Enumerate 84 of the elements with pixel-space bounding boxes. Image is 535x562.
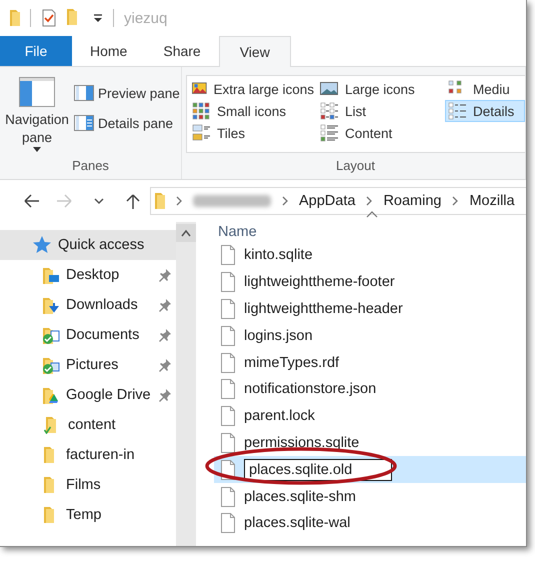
landscape-icon <box>320 80 339 98</box>
sidebar-item[interactable]: Desktop <box>0 260 176 290</box>
caret-icon <box>33 147 41 152</box>
file-name[interactable]: places.sqlite-wal <box>244 515 350 532</box>
back-arrow-icon[interactable] <box>22 192 40 210</box>
content-view-icon <box>320 124 339 142</box>
file-name[interactable]: lightweighttheme-footer <box>244 274 395 290</box>
file-icon <box>220 245 236 266</box>
layout-option[interactable]: Extra large icons <box>189 78 317 100</box>
folder-icon <box>44 507 54 523</box>
up-arrow-icon[interactable] <box>124 192 142 210</box>
star-icon <box>32 235 52 255</box>
file-icon <box>220 379 236 400</box>
folder-icon <box>155 193 165 209</box>
window-title: yiezuq <box>124 10 168 26</box>
rename-field[interactable]: places.sqlite.old <box>244 458 392 481</box>
tiles-icon <box>192 124 211 142</box>
folder-icon <box>44 477 54 493</box>
layout-option[interactable]: Tiles <box>189 122 317 144</box>
file-name[interactable]: mimeTypes.rdf <box>244 354 340 371</box>
file-icon <box>220 326 236 346</box>
layout-option[interactable]: Content <box>317 122 445 144</box>
selected-row[interactable]: places.sqlite.old <box>214 456 526 484</box>
details-view-icon <box>448 102 467 120</box>
file-icon <box>220 298 236 319</box>
file-icon <box>220 432 236 453</box>
chevron-right-icon <box>451 196 460 206</box>
chevron-right-icon <box>281 196 289 206</box>
file-icon <box>220 406 236 426</box>
group-label: Layout <box>334 158 376 175</box>
sidebar-item[interactable]: Downloads <box>0 290 176 320</box>
folder-icon <box>42 296 60 314</box>
breadcrumb[interactable]: Roaming <box>383 193 442 209</box>
properties-icon[interactable] <box>41 9 57 27</box>
layout-option[interactable]: Large icons <box>317 78 445 100</box>
folder-icon <box>42 386 60 404</box>
navigation-pane-button[interactable]: Navigation pane <box>0 67 74 158</box>
address-bar[interactable]: AppData Roaming Mozilla <box>150 187 526 215</box>
folder-icon <box>10 10 20 26</box>
navigation-pane-icon <box>19 77 55 107</box>
file-icon <box>220 272 236 292</box>
file-name[interactable]: places.sqlite-shm <box>244 488 356 505</box>
file-icon <box>220 486 236 507</box>
breadcrumb[interactable]: AppData <box>299 193 356 209</box>
folder-icon <box>44 447 54 463</box>
breadcrumb[interactable]: Mozilla <box>469 193 515 209</box>
dropdown-icon[interactable] <box>93 13 103 23</box>
folder-icon <box>42 266 60 284</box>
group-label: Panes <box>71 158 110 175</box>
file-name[interactable]: permissions.sqlite <box>244 434 360 451</box>
sidebar-item[interactable]: Temp <box>0 500 176 530</box>
column-header[interactable]: Name <box>218 224 257 240</box>
sidebar-item[interactable]: content <box>0 410 176 440</box>
details-pane-icon <box>74 115 94 131</box>
file-icon <box>220 513 236 534</box>
sidebar-item[interactable]: Quick access <box>0 230 176 260</box>
folder-icon <box>42 356 60 374</box>
layout-option[interactable]: Mediu <box>445 78 525 100</box>
folder-icon <box>42 326 60 344</box>
sidebar-item[interactable]: facturen-in <box>0 440 176 470</box>
file-menu-tab[interactable]: File <box>0 36 72 66</box>
layout-option[interactable]: Details <box>445 100 525 122</box>
sidebar-item[interactable]: Documents <box>0 320 176 350</box>
layout-option[interactable]: Small icons <box>189 100 317 122</box>
file-name[interactable]: lightweighttheme-header <box>244 300 403 317</box>
chevron-right-icon <box>365 196 374 206</box>
grid-icon <box>192 102 211 120</box>
folder-icon <box>44 416 56 434</box>
list-view-icon <box>320 102 339 120</box>
sidebar-item[interactable]: Google Drive <box>0 380 176 410</box>
sidebar-item[interactable]: Films <box>0 470 176 500</box>
chevron-right-icon <box>175 196 183 206</box>
ribbon-tab[interactable]: View <box>218 36 291 67</box>
file-name[interactable]: notificationstore.json <box>244 381 376 398</box>
file-name[interactable]: kinto.sqlite <box>244 247 313 264</box>
file-icon <box>220 352 236 373</box>
chevron-up-icon[interactable] <box>181 229 191 237</box>
preview-pane-icon <box>74 85 94 101</box>
layout-option[interactable]: List <box>317 100 445 122</box>
pane-button[interactable]: Preview pane <box>74 85 180 101</box>
file-name[interactable]: logins.json <box>244 328 313 344</box>
file-name[interactable]: parent.lock <box>244 408 315 424</box>
sidebar-item[interactable]: Pictures <box>0 350 176 380</box>
pane-button[interactable]: Details pane <box>74 115 180 131</box>
